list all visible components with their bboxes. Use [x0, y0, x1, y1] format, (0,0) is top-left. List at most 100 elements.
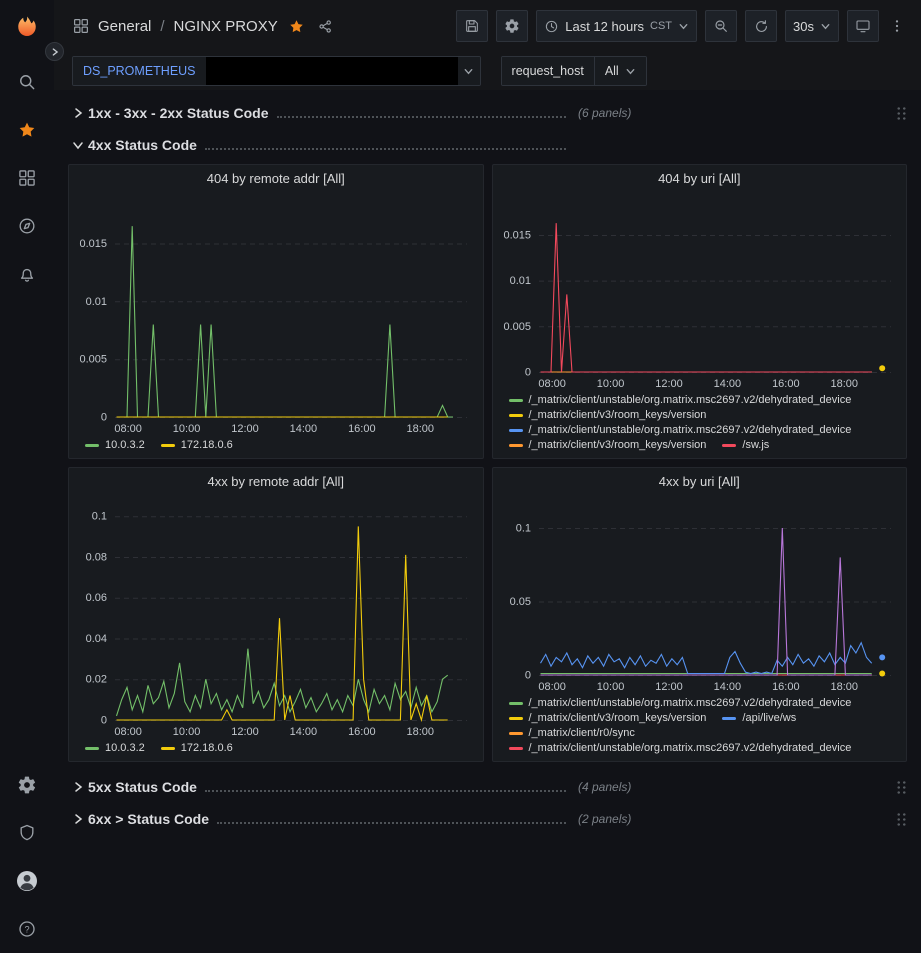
panel-4xx-by-remote-addr: 4xx by remote addr [All] 00.020.040.060.…: [68, 467, 484, 762]
timezone-label: CST: [650, 20, 672, 32]
refresh-interval-value: 30s: [793, 19, 814, 34]
panel-title[interactable]: 404 by remote addr [All]: [69, 165, 483, 193]
share-button[interactable]: [315, 16, 336, 37]
svg-text:0.015: 0.015: [503, 229, 531, 241]
svg-text:0.02: 0.02: [86, 674, 107, 686]
datasource-variable-value[interactable]: [206, 57, 458, 85]
legend-swatch-icon: [509, 702, 523, 705]
sidebar-expand-toggle[interactable]: [45, 42, 64, 61]
svg-text:16:00: 16:00: [772, 378, 800, 390]
chevron-down-icon: [463, 66, 474, 77]
sidebar-item-dashboards[interactable]: [0, 154, 54, 202]
svg-text:14:00: 14:00: [290, 726, 318, 738]
gear-icon: [504, 18, 520, 34]
explore-compass-icon: [17, 216, 37, 236]
svg-text:0.005: 0.005: [79, 354, 107, 366]
sidebar-item-alerting[interactable]: [0, 250, 54, 298]
legend-item[interactable]: 10.0.3.2: [85, 439, 145, 451]
legend-item[interactable]: /_matrix/client/unstable/org.matrix.msc2…: [509, 424, 852, 436]
legend-label: /_matrix/client/unstable/org.matrix.msc2…: [529, 394, 852, 406]
search-button[interactable]: [0, 58, 54, 106]
refresh-button[interactable]: [745, 10, 777, 42]
favorite-star-button[interactable]: [286, 16, 307, 37]
drag-handle-icon[interactable]: [896, 106, 907, 121]
sidebar-item-explore[interactable]: [0, 202, 54, 250]
time-range-picker[interactable]: Last 12 hours CST: [536, 10, 697, 42]
legend-label: /_matrix/client/v3/room_keys/version: [529, 439, 707, 451]
kebab-menu-button[interactable]: [887, 16, 907, 36]
svg-text:10:00: 10:00: [173, 423, 201, 435]
row-dotted-leader: [217, 822, 566, 824]
legend-item[interactable]: /_matrix/client/v3/room_keys/version: [509, 712, 707, 724]
alerting-bell-icon: [17, 264, 37, 284]
star-icon: [17, 120, 37, 140]
zoom-out-icon: [713, 18, 729, 34]
sidebar-item-profile[interactable]: [0, 857, 54, 905]
time-range-label: Last 12 hours: [565, 19, 644, 34]
save-dashboard-button[interactable]: [456, 10, 488, 42]
breadcrumb-separator: /: [159, 18, 165, 35]
datasource-dropdown-toggle[interactable]: [458, 57, 480, 85]
dashboard-settings-button[interactable]: [496, 10, 528, 42]
row-6xx[interactable]: 6xx > Status Code (2 panels): [68, 806, 907, 832]
legend-item[interactable]: /_matrix/client/unstable/org.matrix.msc2…: [509, 742, 852, 754]
sidebar-item-server-admin[interactable]: [0, 809, 54, 857]
request-host-variable-value[interactable]: All: [594, 57, 646, 85]
row-4xx[interactable]: 4xx Status Code: [68, 132, 907, 158]
sidebar-item-help[interactable]: ?: [0, 905, 54, 953]
grafana-app: ? General / NGINX PROXY: [0, 0, 921, 953]
datasource-variable-label: DS_PROMETHEUS: [73, 57, 206, 85]
zoom-out-time-button[interactable]: [705, 10, 737, 42]
svg-text:18:00: 18:00: [830, 681, 858, 693]
svg-text:0.1: 0.1: [515, 523, 530, 535]
legend-item[interactable]: /sw.js: [722, 439, 769, 451]
row-dotted-leader: [205, 790, 566, 792]
svg-text:14:00: 14:00: [713, 681, 741, 693]
panel-title[interactable]: 4xx by uri [All]: [493, 468, 907, 496]
legend-item[interactable]: /_matrix/client/r0/sync: [509, 727, 635, 739]
legend-item[interactable]: /_matrix/client/unstable/org.matrix.msc2…: [509, 394, 852, 406]
refresh-interval-dropdown[interactable]: 30s: [785, 10, 839, 42]
row-1xx-3xx-2xx[interactable]: 1xx - 3xx - 2xx Status Code (6 panels): [68, 100, 907, 126]
legend-label: /_matrix/client/unstable/org.matrix.msc2…: [529, 742, 852, 754]
svg-text:18:00: 18:00: [406, 423, 434, 435]
legend-item[interactable]: /_matrix/client/v3/room_keys/version: [509, 439, 707, 451]
legend-item[interactable]: 172.18.0.6: [161, 742, 233, 754]
svg-text:0.06: 0.06: [86, 592, 107, 604]
legend-item[interactable]: 172.18.0.6: [161, 439, 233, 451]
breadcrumb-section[interactable]: General: [98, 18, 151, 35]
panel-title[interactable]: 4xx by remote addr [All]: [69, 468, 483, 496]
row-5xx[interactable]: 5xx Status Code (4 panels): [68, 774, 907, 800]
svg-text:08:00: 08:00: [538, 378, 566, 390]
datasource-variable: DS_PROMETHEUS: [72, 56, 481, 86]
legend: 10.0.3.2 172.18.0.6: [69, 740, 483, 761]
legend-swatch-icon: [161, 444, 175, 447]
server-admin-shield-icon: [17, 823, 37, 843]
row-title: 1xx - 3xx - 2xx Status Code: [88, 105, 269, 121]
drag-handle-icon[interactable]: [896, 812, 907, 827]
svg-text:0: 0: [524, 367, 530, 379]
timeseries-chart-404-uri: 00.0050.010.01508:0010:0012:0014:0016:00…: [493, 193, 907, 392]
sidebar-item-starred[interactable]: [0, 106, 54, 154]
svg-text:0.01: 0.01: [509, 275, 530, 287]
legend-label: 10.0.3.2: [105, 439, 145, 451]
legend: /_matrix/client/unstable/org.matrix.msc2…: [493, 695, 907, 761]
panel-404-by-remote-addr: 404 by remote addr [All] 00.0050.010.015…: [68, 164, 484, 459]
sidebar-item-configuration[interactable]: [0, 761, 54, 809]
topbar-actions: Last 12 hours CST 30s: [456, 10, 907, 42]
legend-item[interactable]: /_matrix/client/unstable/org.matrix.msc2…: [509, 697, 852, 709]
kiosk-mode-button[interactable]: [847, 10, 879, 42]
panel-title[interactable]: 404 by uri [All]: [493, 165, 907, 193]
svg-text:18:00: 18:00: [830, 378, 858, 390]
drag-handle-icon[interactable]: [896, 780, 907, 795]
svg-text:12:00: 12:00: [231, 726, 259, 738]
row-panel-count: (2 panels): [578, 812, 631, 826]
legend-item[interactable]: /_matrix/client/v3/room_keys/version: [509, 409, 707, 421]
legend-item[interactable]: /api/live/ws: [722, 712, 796, 724]
svg-text:0.005: 0.005: [503, 321, 531, 333]
dashboards-grid-icon: [17, 168, 37, 188]
chevron-down-icon: [820, 21, 831, 32]
legend-swatch-icon: [85, 747, 99, 750]
dashboard-title[interactable]: NGINX PROXY: [174, 18, 278, 35]
legend-item[interactable]: 10.0.3.2: [85, 742, 145, 754]
